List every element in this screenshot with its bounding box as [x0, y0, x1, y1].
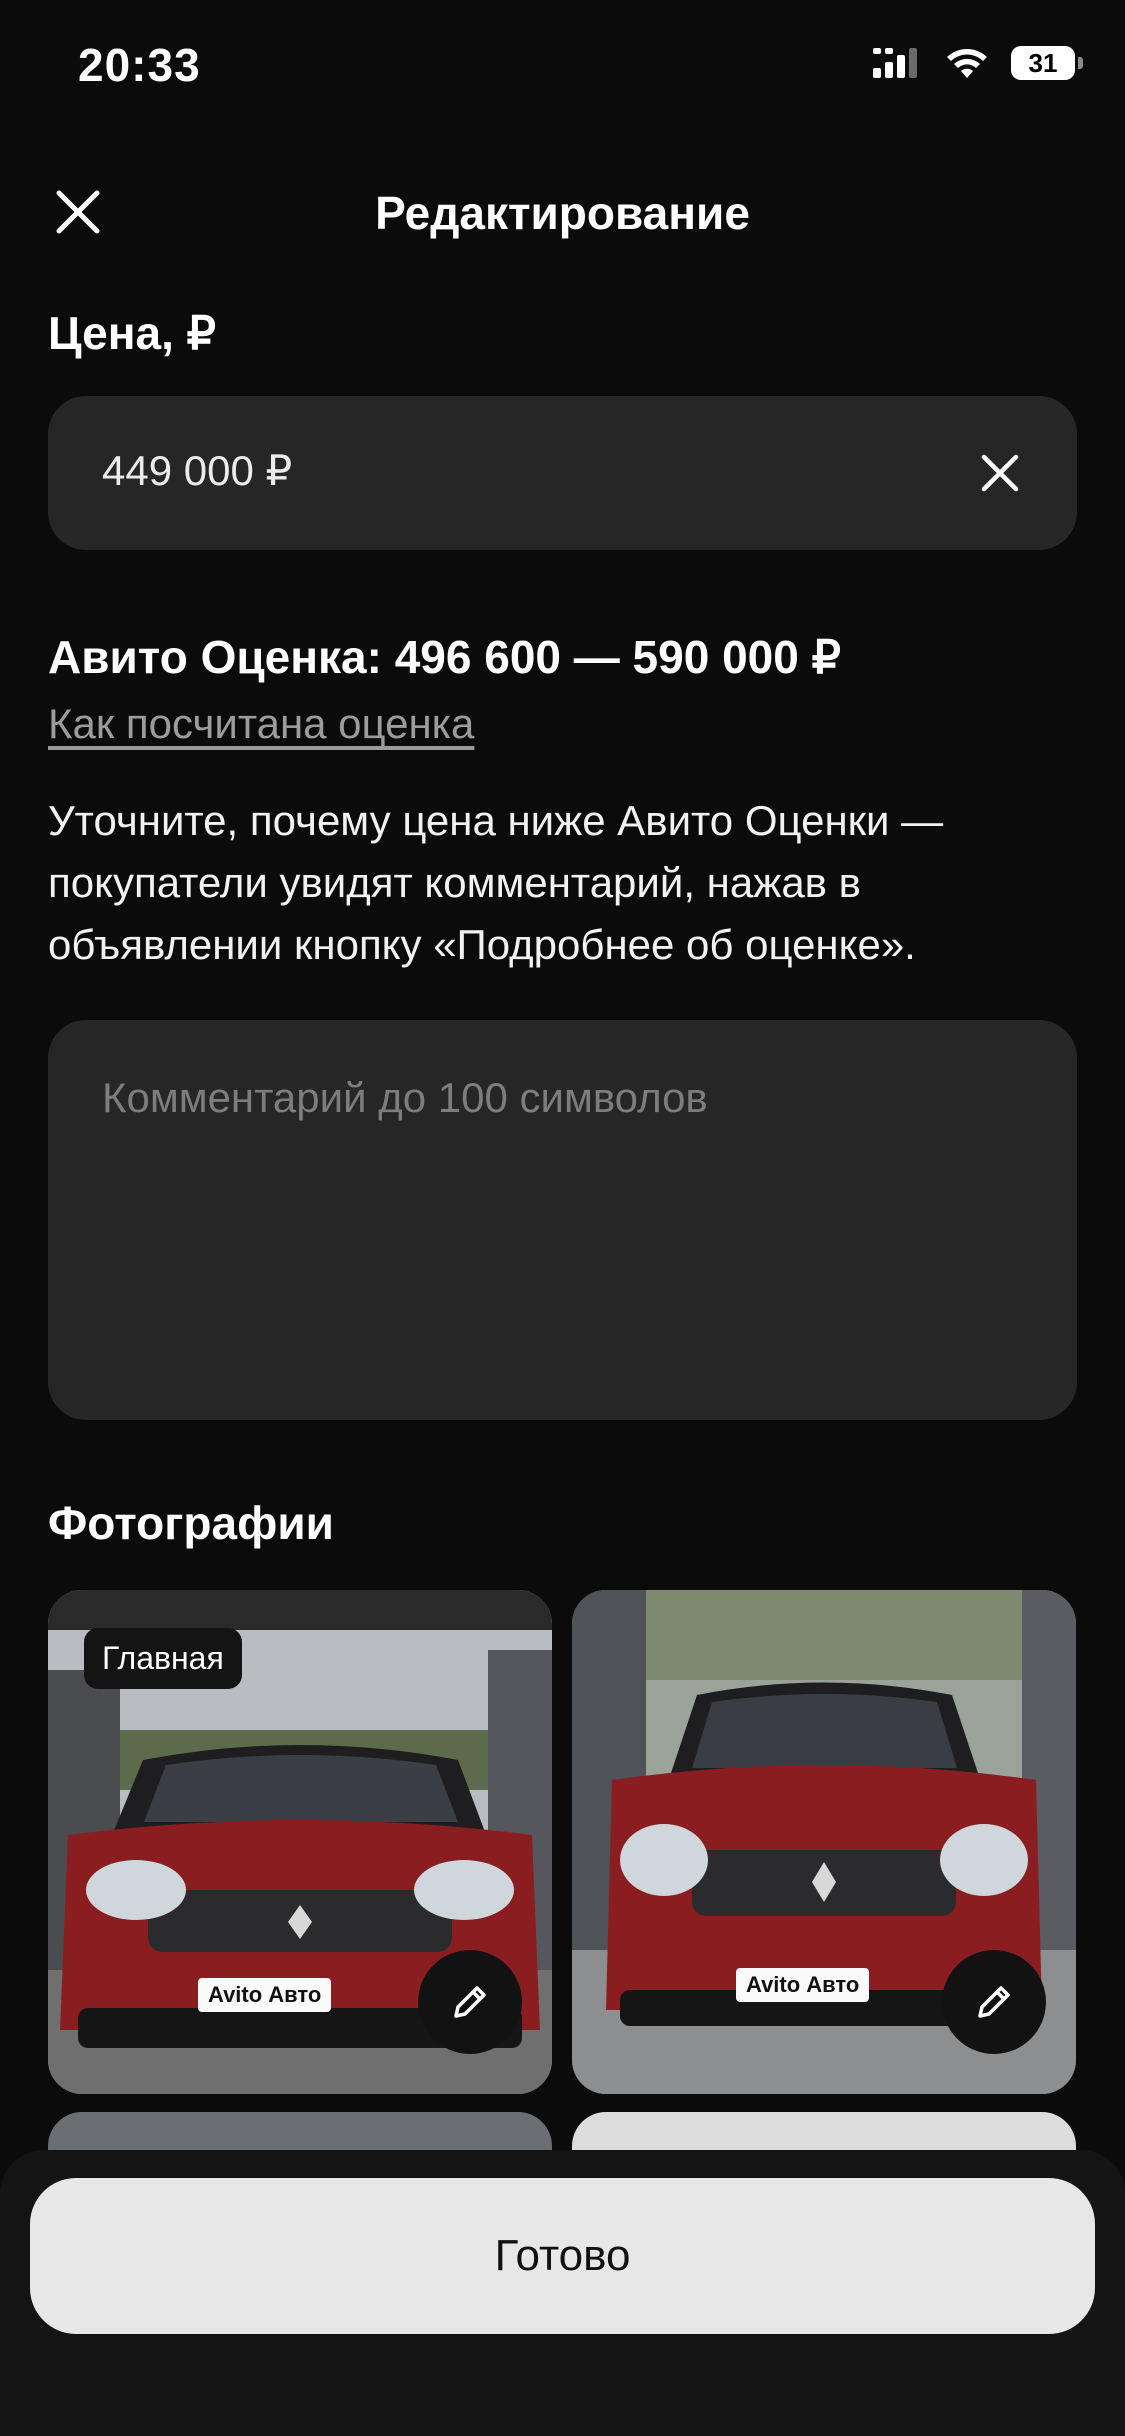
done-button[interactable]: Готово [30, 2178, 1095, 2334]
battery-icon: 31 [1011, 46, 1083, 80]
status-icons: 31 [873, 46, 1083, 80]
wifi-icon [947, 49, 987, 78]
plate-label: Avito Авто [198, 1978, 332, 2012]
estimate-explanation: Уточните, почему цена ниже Авито Оценки … [48, 797, 944, 968]
estimate-info-link[interactable]: Как посчитана оценка [48, 700, 474, 748]
status-time: 20:33 [78, 39, 201, 91]
photos-title: Фотографии [48, 1497, 334, 1549]
clear-icon [981, 454, 1019, 492]
price-input[interactable]: 449 000 ₽ [48, 396, 1077, 550]
edit-photo-button[interactable] [418, 1950, 522, 2054]
price-value: 449 000 ₽ [102, 447, 293, 494]
plate-label: Avito Авто [736, 1968, 870, 2002]
page-title: Редактирование [375, 187, 750, 239]
signal-icon [873, 48, 917, 78]
pencil-icon [978, 1986, 1010, 2018]
main-photo-badge: Главная [84, 1628, 242, 1689]
price-label: Цена, ₽ [48, 307, 216, 359]
avito-estimate: Авито Оценка: 496 600 — 590 000 ₽ [48, 631, 841, 683]
pencil-icon [454, 1986, 486, 2018]
edit-photo-button[interactable] [942, 1950, 1046, 2054]
photo-tile[interactable]: Avito Авто Главная [48, 1590, 552, 2094]
comment-field[interactable] [48, 1020, 1077, 1420]
clear-price-button[interactable] [967, 440, 1033, 506]
photo-tile[interactable]: Avito Авто [572, 1590, 1076, 2094]
